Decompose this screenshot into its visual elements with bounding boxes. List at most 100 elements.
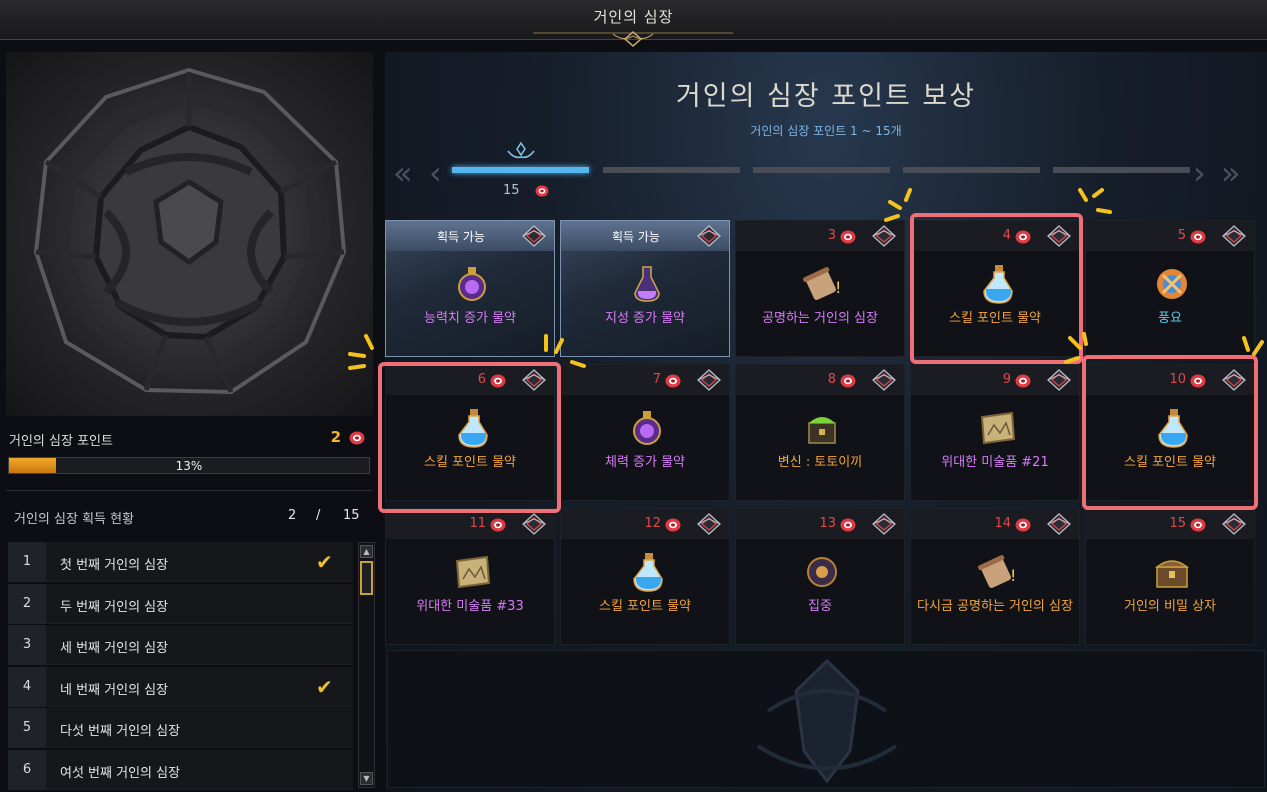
sparkle-icon (348, 334, 374, 370)
decorative-band (387, 650, 1265, 788)
tab-2[interactable] (603, 167, 740, 173)
tab-3[interactable] (753, 167, 890, 173)
scroll-icon: ! (801, 263, 843, 305)
last-page-icon[interactable]: » (1221, 154, 1241, 192)
list-item-number: 3 (8, 625, 46, 666)
svg-text:!: ! (1010, 566, 1016, 585)
list-item[interactable]: 3 세 번째 거인의 심장 (8, 625, 353, 666)
sparkle-icon (1242, 336, 1264, 356)
list-item-number: 2 (8, 583, 46, 624)
first-page-icon[interactable]: « (393, 154, 413, 192)
heart-points-value: 2 (330, 428, 341, 446)
giant-heart-emblem (6, 52, 373, 416)
list-item-name: 여섯 번째 거인의 심장 (60, 765, 181, 781)
reward-cell[interactable]: 획득 가능 능력치 증가 물약 (385, 220, 555, 357)
sparkle-icon (544, 334, 586, 368)
sparkle-icon (884, 188, 912, 222)
focus-icon (801, 551, 843, 593)
reward-badge-icon (872, 369, 896, 391)
reward-name: 능력치 증가 물약 (424, 311, 516, 326)
reward-badge-icon (697, 513, 721, 535)
reward-cell[interactable]: 8 변신 : 토토이끼 (735, 364, 905, 501)
reward-cell[interactable]: 7 체력 증가 물약 (560, 364, 730, 501)
window-title-bar: 거인의 심장 (0, 0, 1267, 47)
rewards-subtitle: 거인의 심장 포인트 1 ~ 15개 (750, 124, 902, 138)
reward-name: 스킬 포인트 물약 (599, 599, 691, 614)
reward-badge-icon (1047, 369, 1071, 391)
orb-potion-icon (626, 407, 668, 449)
list-item-name: 두 번째 거인의 심장 (60, 599, 169, 615)
reward-name: 위대한 미술품 #33 (416, 599, 524, 614)
check-icon: ✔ (316, 674, 333, 699)
required-points: 9 (1002, 372, 1011, 387)
list-scrollbar[interactable]: ▲ ▼ (358, 542, 375, 788)
available-label: 획득 가능 (612, 230, 660, 244)
sparkle-icon (1078, 188, 1112, 214)
reward-name: 다시금 공명하는 거인의 심장 (917, 599, 1073, 614)
heart-gem-icon (840, 517, 856, 536)
list-item-name: 네 번째 거인의 심장 (60, 682, 169, 698)
rewards-title: 거인의 심장 포인트 보상 (675, 81, 977, 112)
heart-gem-icon (840, 229, 856, 248)
reward-name: 집중 (808, 599, 832, 614)
heart-emblem-icon (33, 67, 347, 395)
reward-cell[interactable]: 5 풍요 (1085, 220, 1255, 357)
list-item-number: 6 (8, 749, 46, 790)
required-points: 5 (1177, 228, 1186, 243)
reward-badge-icon (522, 513, 546, 535)
next-page-icon[interactable]: › (1193, 154, 1206, 192)
reward-cell[interactable]: 13 집중 (735, 508, 905, 645)
tab-point-count: 15 (503, 183, 520, 198)
chest-icon (1151, 551, 1193, 593)
reward-badge-icon (697, 369, 721, 391)
list-item[interactable]: 6 여섯 번째 거인의 심장 (8, 749, 353, 790)
reward-badge-icon (1047, 513, 1071, 535)
list-item[interactable]: 2 두 번째 거인의 심장 (8, 583, 353, 624)
tab-emblem-icon (507, 141, 535, 159)
reward-cell[interactable]: 12 스킬 포인트 물약 (560, 508, 730, 645)
list-item[interactable]: 4 네 번째 거인의 심장 ✔ (8, 666, 353, 707)
tab-4[interactable] (903, 167, 1040, 173)
heart-gem-icon (349, 431, 365, 445)
reward-name: 위대한 미술품 #21 (941, 455, 1049, 470)
scroll-down-icon[interactable]: ▼ (360, 772, 373, 785)
reward-cell[interactable]: 11 위대한 미술품 #33 (385, 508, 555, 645)
reward-name: 체력 증가 물약 (604, 455, 686, 470)
list-item-name: 첫 번째 거인의 심장 (60, 558, 169, 573)
list-item[interactable]: 1 첫 번째 거인의 심장 ✔ (8, 542, 353, 582)
reward-cell[interactable]: 15 거인의 비밀 상자 (1085, 508, 1255, 645)
heart-gem-icon (1190, 229, 1206, 248)
reward-badge-icon (1222, 513, 1246, 535)
required-points: 12 (644, 516, 661, 531)
scroll-icon: ! (976, 551, 1018, 593)
highlight-box (1082, 355, 1258, 510)
reward-cell[interactable]: 3! 공명하는 거인의 심장 (735, 220, 905, 357)
heart-gem-icon (490, 517, 506, 536)
list-item[interactable]: 5 다섯 번째 거인의 심장 (8, 708, 353, 749)
window-title: 거인의 심장 (593, 8, 674, 26)
reward-cell[interactable]: 14! 다시금 공명하는 거인의 심장 (910, 508, 1080, 645)
prev-page-icon[interactable]: ‹ (429, 154, 442, 192)
count-separator: / (316, 508, 321, 523)
required-points: 3 (827, 228, 836, 243)
list-item-number: 4 (8, 666, 46, 707)
list-item-number: 5 (8, 708, 46, 749)
scroll-up-icon[interactable]: ▲ (360, 545, 373, 558)
reward-cell[interactable]: 9 위대한 미술품 #21 (910, 364, 1080, 501)
heart-gem-icon (665, 517, 681, 536)
tab-1[interactable] (452, 167, 589, 173)
required-points: 11 (469, 516, 486, 531)
tab-5[interactable] (1053, 167, 1190, 173)
orb-potion-icon (451, 263, 493, 305)
heart-points-label: 거인의 심장 포인트 (9, 434, 113, 449)
bottle-potion-icon (626, 263, 668, 305)
scroll-thumb[interactable] (360, 561, 373, 595)
crest-icon (756, 658, 898, 784)
reward-name: 풍요 (1158, 311, 1182, 326)
chest-green-icon (801, 407, 843, 449)
acquisition-status-title: 거인의 심장 획득 현황 (14, 512, 135, 527)
heart-gem-icon (665, 373, 681, 392)
painting-icon (451, 551, 493, 593)
reward-badge-icon (872, 513, 896, 535)
required-points: 14 (994, 516, 1011, 531)
